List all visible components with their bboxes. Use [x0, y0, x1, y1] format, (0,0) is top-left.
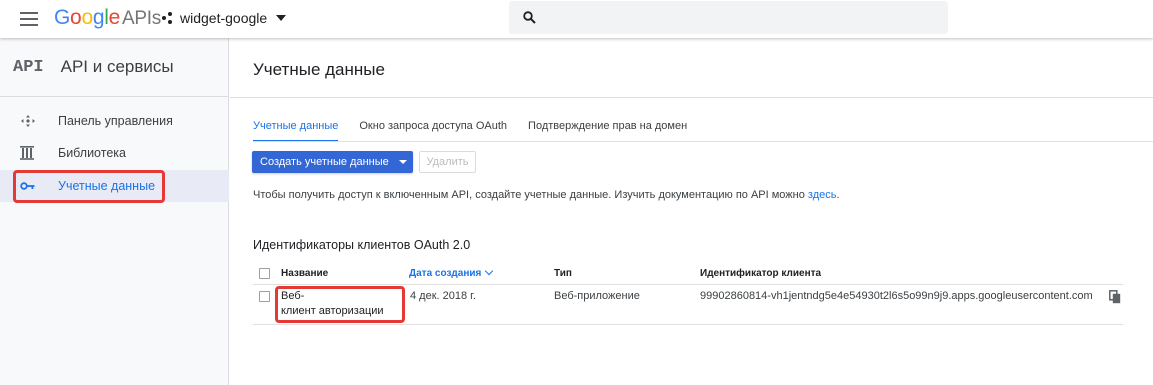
chevron-down-icon: [398, 160, 407, 164]
client-id: 99902860814-vh1jentndg5e4e54930t2l6s5o99…: [700, 290, 1093, 302]
search-bar[interactable]: [509, 1, 948, 34]
page-title: Учетные данные: [253, 60, 385, 79]
logo-apis-text: APIs: [121, 8, 161, 29]
select-all-checkbox[interactable]: [259, 268, 270, 279]
docs-link[interactable]: здесь: [808, 189, 837, 201]
sidebar-title: API и сервисы: [60, 57, 174, 76]
client-type: Веб-приложение: [554, 290, 640, 302]
client-name-line2: клиент авторизации: [281, 305, 384, 317]
client-name-link[interactable]: Веб- клиент авторизации: [281, 289, 391, 319]
sidebar-item-label: Панель управления: [58, 114, 173, 128]
logo-google-text: Google: [54, 6, 120, 29]
project-icon: [162, 12, 174, 24]
search-input[interactable]: [547, 7, 937, 29]
divider: [230, 97, 1153, 98]
column-header-created-label: Дата создания: [409, 268, 482, 279]
create-credentials-label: Создать учетные данные: [260, 156, 389, 168]
create-credentials-button[interactable]: Создать учетные данные: [252, 151, 413, 173]
table-header: Название Дата создания Тип Идентификатор…: [253, 265, 1123, 285]
tab-credentials[interactable]: Учетные данные: [253, 120, 339, 142]
sort-arrow-icon: [485, 266, 494, 276]
dashboard-icon: [21, 115, 35, 127]
tab-divider: [253, 141, 1153, 142]
key-icon: [20, 182, 35, 190]
table-row[interactable]: Веб- клиент авторизации 4 дек. 2018 г. В…: [253, 285, 1123, 325]
tab-oauth-consent[interactable]: Окно запроса доступа OAuth: [359, 120, 507, 142]
column-header-name[interactable]: Название: [281, 268, 328, 279]
sidebar-item-credentials[interactable]: Учетные данные: [0, 170, 229, 202]
client-name-line1: Веб-: [281, 290, 305, 302]
column-header-client-id[interactable]: Идентификатор клиента: [700, 268, 821, 279]
api-icon: API: [13, 57, 44, 77]
column-header-created[interactable]: Дата создания: [409, 266, 494, 279]
chevron-down-icon: [276, 15, 287, 21]
row-checkbox[interactable]: [259, 291, 270, 302]
project-selector[interactable]: widget-google: [162, 10, 287, 26]
delete-button[interactable]: Удалить: [419, 151, 476, 173]
project-name: widget-google: [180, 10, 268, 26]
copy-icon[interactable]: [1109, 290, 1121, 304]
sidebar-item-label: Учетные данные: [58, 179, 156, 193]
search-icon: [523, 11, 536, 24]
google-apis-logo[interactable]: Google APIs: [54, 6, 161, 30]
sidebar: API API и сервисы Панель управления Библ…: [0, 38, 229, 385]
column-header-type[interactable]: Тип: [554, 268, 572, 279]
top-app-bar: Google APIs widget-google: [0, 0, 1153, 38]
sidebar-item-dashboard[interactable]: Панель управления: [0, 105, 229, 137]
library-icon: [20, 146, 34, 160]
sidebar-item-library[interactable]: Библиотека: [0, 137, 229, 169]
info-text: Чтобы получить доступ к включенным API, …: [253, 189, 840, 201]
section-title: Идентификаторы клиентов OAuth 2.0: [253, 238, 471, 252]
info-body: Чтобы получить доступ к включенным API, …: [253, 189, 808, 201]
sidebar-item-label: Библиотека: [58, 146, 126, 160]
created-date: 4 дек. 2018 г.: [410, 290, 476, 302]
tab-bar: Учетные данные Окно запроса доступа OAut…: [253, 120, 708, 142]
tab-domain-verification[interactable]: Подтверждение прав на домен: [528, 120, 687, 142]
sidebar-header: API API и сервисы: [0, 38, 228, 97]
main-content: Учетные данные Учетные данные Окно запро…: [230, 38, 1153, 385]
menu-icon[interactable]: [20, 12, 38, 26]
info-period: .: [836, 189, 840, 201]
